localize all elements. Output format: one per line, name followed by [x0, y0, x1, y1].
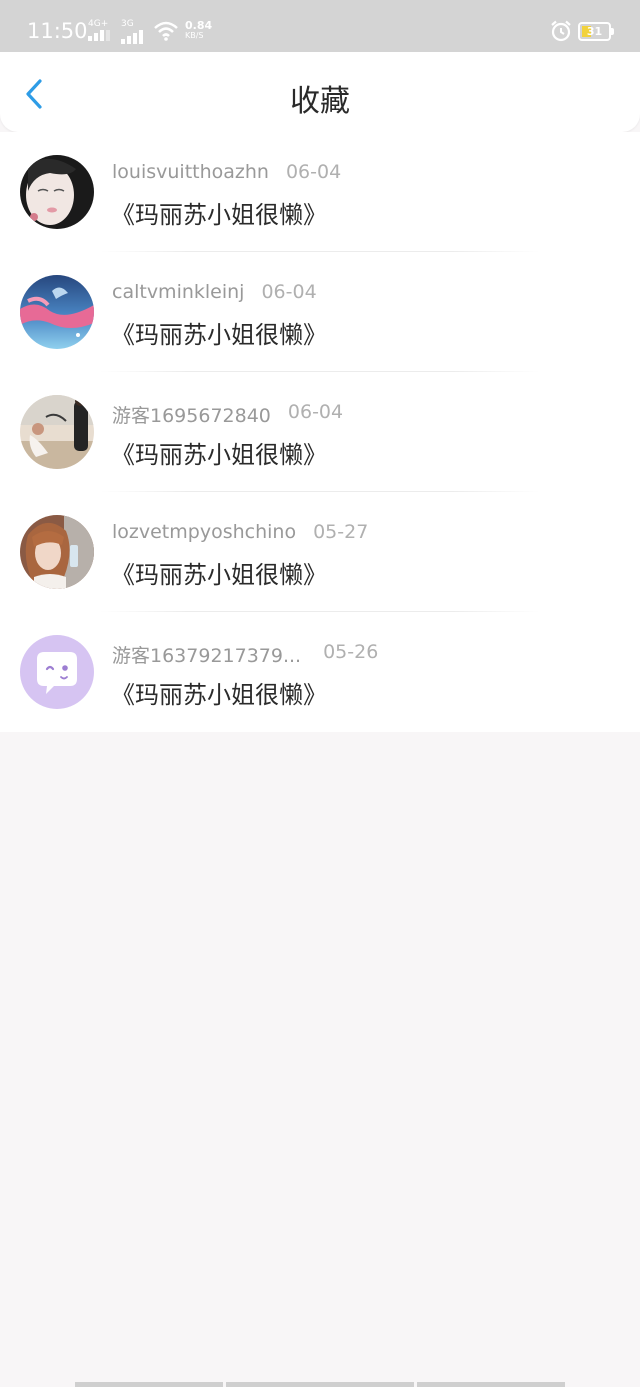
list-item[interactable]: 游客16379217379... 05-26 《玛丽苏小姐很懒》	[0, 612, 640, 732]
battery-level: 31	[586, 25, 603, 38]
username: lozvetmpyoshchino	[112, 521, 297, 543]
avatar[interactable]	[20, 515, 94, 589]
username: caltvminkleinj	[112, 281, 245, 303]
avatar[interactable]	[20, 275, 94, 349]
favorite-date: 06-04	[261, 281, 317, 303]
signal-icon-2	[121, 30, 143, 44]
user-avatar-image	[20, 155, 94, 229]
list-item[interactable]: louisvuitthoazhn 06-04 《玛丽苏小姐很懒》	[0, 132, 640, 252]
item-meta: 游客16379217379... 05-26	[112, 641, 378, 668]
alarm-icon	[551, 20, 571, 42]
book-title: 《玛丽苏小姐很懒》	[111, 321, 327, 349]
network-type-label: 4G+	[88, 19, 109, 29]
book-title: 《玛丽苏小姐很懒》	[111, 441, 327, 469]
list-item[interactable]: lozvetmpyoshchino 05-27 《玛丽苏小姐很懒》	[0, 492, 640, 612]
username: 游客1695672840	[112, 405, 271, 427]
network-speed: 0.84 KB/S	[185, 20, 212, 41]
book-title: 《玛丽苏小姐很懒》	[111, 681, 327, 709]
list-item[interactable]: 游客1695672840 06-04 《玛丽苏小姐很懒》	[0, 372, 640, 492]
favorite-date: 05-26	[323, 641, 379, 663]
item-meta: caltvminkleinj 06-04	[112, 281, 317, 303]
status-bar: 11:50 4G+ 3G 0.84 KB/S 31	[0, 0, 640, 52]
favorite-date: 05-27	[313, 521, 369, 543]
page-title: 收藏	[290, 84, 350, 119]
gesture-bar-left	[75, 1382, 223, 1387]
user-avatar-image	[20, 275, 94, 349]
book-title: 《玛丽苏小姐很懒》	[111, 561, 327, 589]
item-meta: 游客1695672840 06-04	[112, 401, 343, 428]
speed-unit: KB/S	[185, 31, 204, 40]
wifi-icon	[154, 21, 178, 41]
item-meta: louisvuitthoazhn 06-04	[112, 161, 341, 183]
signal-icon	[88, 30, 110, 41]
item-meta: lozvetmpyoshchino 05-27	[112, 521, 368, 543]
default-avatar-icon	[20, 635, 94, 709]
network-type-label-2: 3G	[121, 19, 134, 29]
favorites-list: louisvuitthoazhn 06-04 《玛丽苏小姐很懒》 caltvmi…	[0, 132, 640, 732]
gesture-bar-center	[226, 1382, 414, 1387]
user-avatar-image	[20, 395, 94, 469]
book-title: 《玛丽苏小姐很懒》	[111, 201, 327, 229]
list-item[interactable]: caltvminkleinj 06-04 《玛丽苏小姐很懒》	[0, 252, 640, 372]
battery-icon: 31	[578, 22, 614, 41]
user-avatar-image	[20, 515, 94, 589]
avatar[interactable]	[20, 635, 94, 709]
status-time: 11:50	[27, 19, 88, 43]
header-bar: 收藏	[0, 52, 640, 132]
avatar[interactable]	[20, 155, 94, 229]
username: louisvuitthoazhn	[112, 161, 269, 183]
gesture-bar-right	[417, 1382, 565, 1387]
favorite-date: 06-04	[285, 161, 342, 183]
username: 游客16379217379...	[112, 645, 302, 667]
avatar[interactable]	[20, 395, 94, 469]
favorite-date: 06-04	[287, 401, 344, 423]
